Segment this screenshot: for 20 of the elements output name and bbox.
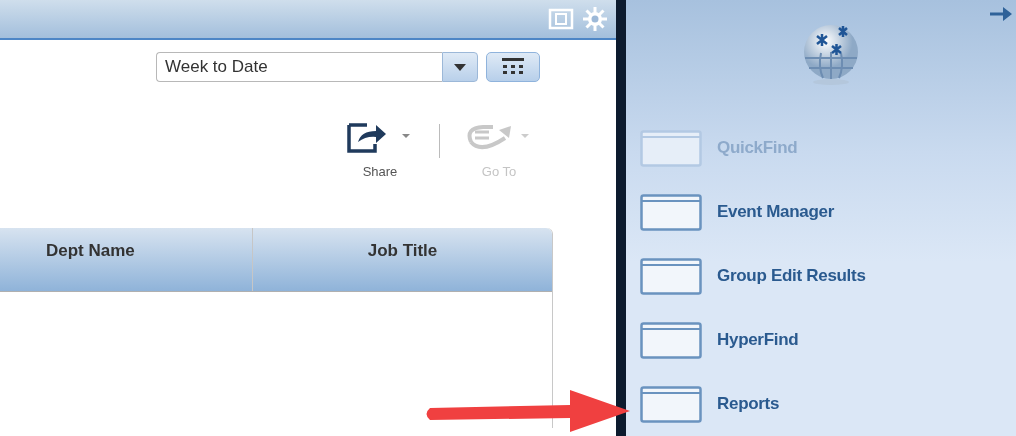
- settings-icon[interactable]: [582, 6, 608, 32]
- period-select-field[interactable]: Week to Date: [156, 52, 442, 82]
- window-icon: [640, 129, 702, 167]
- window-icon: [640, 321, 702, 359]
- caret-icon: [454, 63, 466, 71]
- calendar-icon: [501, 58, 525, 76]
- globe-icon: [801, 22, 861, 86]
- window-icon: [640, 193, 702, 231]
- sidebar-item[interactable]: Reports: [626, 372, 1016, 436]
- share-button[interactable]: Share: [337, 120, 423, 182]
- sidebar-item[interactable]: Event Manager: [626, 180, 1016, 244]
- dropdown-button[interactable]: [442, 52, 478, 82]
- sidebar-item[interactable]: HyperFind: [626, 308, 1016, 372]
- collapse-arrow-icon[interactable]: [990, 6, 1012, 22]
- column-header[interactable]: Job Title: [253, 227, 552, 291]
- window-icon: [640, 385, 702, 423]
- window-icon: [640, 257, 702, 295]
- calendar-button[interactable]: [486, 52, 540, 82]
- column-header[interactable]: Dept Name: [0, 227, 253, 291]
- sidebar-item[interactable]: Group Edit Results: [626, 244, 1016, 308]
